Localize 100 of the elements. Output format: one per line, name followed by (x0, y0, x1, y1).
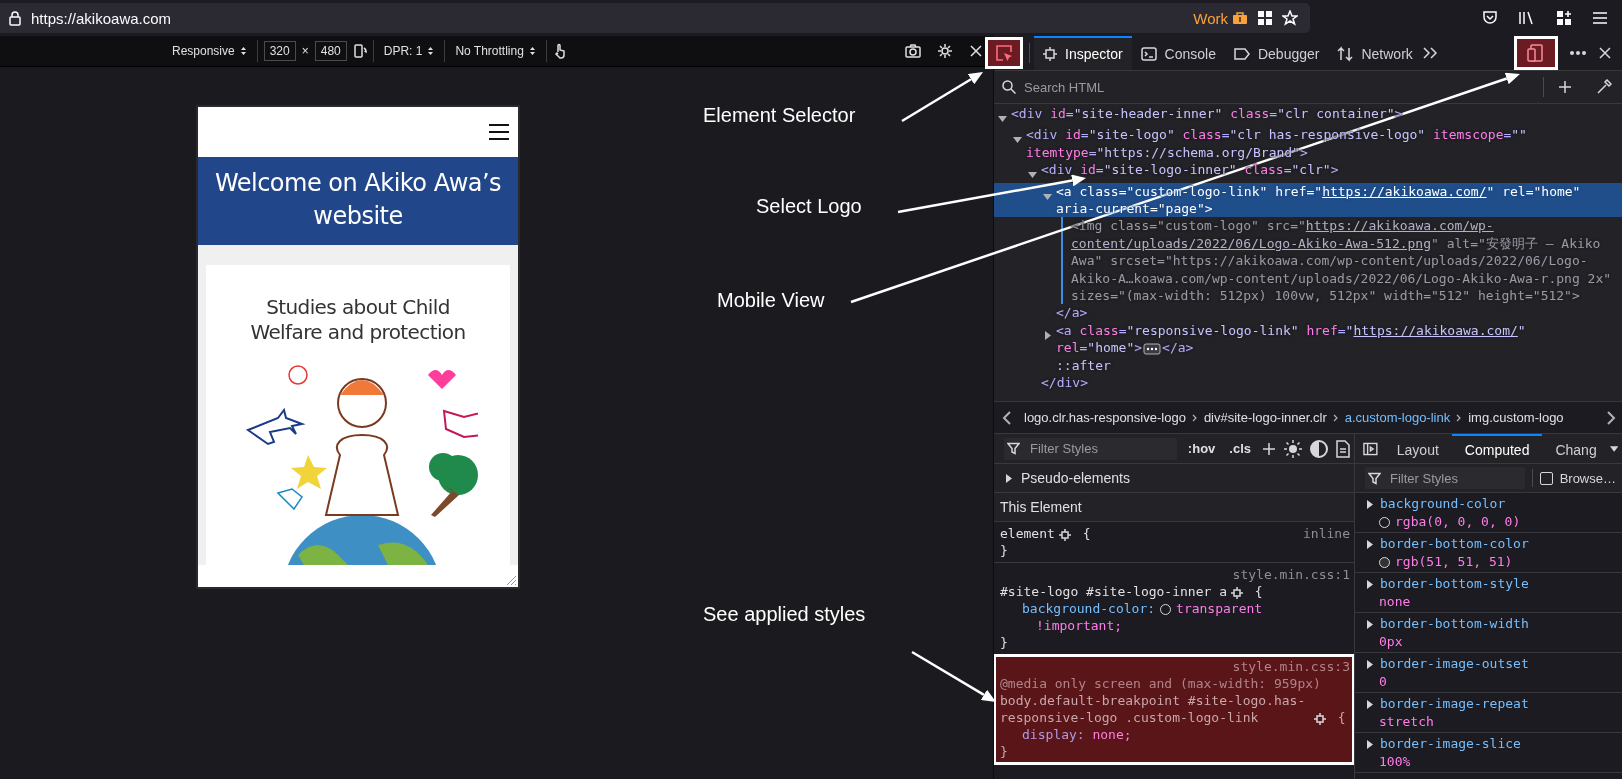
expand-arrow-icon[interactable] (1365, 700, 1374, 709)
menu-icon[interactable] (488, 123, 510, 141)
expand-arrow-icon[interactable] (1028, 170, 1037, 180)
pseudo-elements-toggle[interactable]: Pseudo-elements (994, 464, 1354, 493)
closing-tag[interactable]: </a> (994, 304, 1622, 322)
hover-states-toggle[interactable]: :hov (1184, 441, 1219, 456)
filter-icon (1368, 471, 1381, 485)
close-icon[interactable] (969, 44, 983, 58)
grid-icon[interactable] (1257, 10, 1273, 26)
property-name: border-bottom-style (1380, 576, 1529, 591)
filter-icon (1007, 442, 1020, 455)
dark-scheme-icon[interactable] (1310, 439, 1328, 458)
url-bar[interactable]: https://akikoawa.com Work (0, 3, 1310, 33)
width-field[interactable]: 320 (263, 41, 296, 61)
media-query: @media only screen and (max-width: 959px) (1000, 676, 1321, 691)
chevrons-icon[interactable] (1421, 46, 1438, 60)
hand-icon[interactable] (552, 43, 567, 59)
lock-icon (8, 10, 22, 26)
separator-icon (1191, 413, 1198, 422)
devtools-tab[interactable]: Debugger (1224, 36, 1329, 70)
more-icon[interactable] (1570, 51, 1586, 55)
source-link[interactable]: style.min.css:3 (1232, 659, 1350, 674)
breadcrumb[interactable]: a.custom-logo-link (1338, 410, 1457, 425)
add-rule-icon[interactable] (1262, 441, 1276, 456)
expand-arrow-icon[interactable] (1365, 620, 1374, 629)
source-link[interactable]: style.min.css:1 (1232, 567, 1350, 582)
markup-node[interactable]: <img class="custom-logo" src="https://akikoawa.com/wp-content/uploads/2022/06/Logo-Akiko-Awa-512.png" alt="安發明子 – Akiko Awa" srcset="https://akikoawa.com/wp-content/uploads/2022/06/Logo-Akiko-A…koawa.com/wp-content/uploads/2022/06/Logo-Akiko-Awa-r.png 2x" sizes="(max-width: 512px) 100vw, 512px" width="512" height="512"> (994, 217, 1622, 305)
breadcrumb[interactable]: div#site-logo-inner.clr (1197, 410, 1333, 425)
closing-tag[interactable]: </div> (994, 374, 1622, 392)
markup-node[interactable]: <div id="site-logo-inner" class="clr"> (994, 161, 1622, 183)
updown-caret-icon (427, 46, 435, 56)
classes-toggle[interactable]: .cls (1226, 441, 1254, 456)
devtools-tab[interactable]: Console (1131, 36, 1225, 70)
card-heading: Studies about Child Welfare and protection (249, 295, 467, 345)
property-value: transparent (1176, 601, 1263, 616)
throttling-select[interactable]: No Throttling (451, 39, 540, 63)
property-name: background-color (1380, 496, 1506, 511)
updown-caret-icon (528, 46, 536, 56)
node-picker-icon[interactable] (1231, 586, 1243, 599)
breadcrumb[interactable]: img.custom-logo (1462, 410, 1570, 425)
filter-input[interactable]: Filter Styles (1028, 440, 1177, 457)
height-field[interactable]: 480 (314, 41, 347, 61)
checkbox-label: Browse… (1559, 470, 1616, 486)
filter-input[interactable]: Filter Styles (1388, 469, 1525, 487)
container-label: Work (1193, 9, 1228, 27)
dimension-separator: × (301, 44, 309, 58)
markup-node[interactable]: <a class="responsive-logo-link" href="https://akikoawa.com/" rel="home"> </a> (994, 321, 1622, 357)
expand-arrow-icon[interactable] (1365, 540, 1374, 549)
markup-node[interactable]: ::after (994, 356, 1622, 375)
expand-arrow-icon[interactable] (1365, 660, 1374, 669)
extensions-icon[interactable] (1556, 10, 1572, 26)
property-name: border-image-outset (1380, 656, 1529, 671)
devtools-tab[interactable]: Network (1328, 36, 1422, 70)
star-icon[interactable] (1282, 10, 1298, 26)
eyedropper-icon[interactable] (1596, 79, 1612, 95)
shield-icon[interactable] (1482, 10, 1498, 26)
annotation-label: Select Logo (756, 195, 862, 218)
sidebar-tab[interactable]: Layout (1383, 434, 1452, 463)
library-icon[interactable] (1518, 10, 1536, 26)
source-link[interactable]: inline (1303, 525, 1350, 542)
devtools-tab[interactable]: Inspector (1034, 36, 1132, 70)
element-picker-button[interactable] (985, 37, 1023, 69)
search-field[interactable]: Search HTML (1022, 78, 1326, 96)
add-icon[interactable] (1558, 80, 1572, 94)
filter-field[interactable]: Filter Styles (1365, 467, 1525, 489)
node-picker-icon[interactable] (1058, 528, 1071, 541)
device-select[interactable]: Responsive (168, 39, 251, 63)
css-selector: body.default-breakpoint #site-logo.has-responsive-logo .custom-logo-link (1000, 692, 1307, 726)
expand-arrow-icon[interactable] (1013, 135, 1022, 145)
separator-icon (1456, 413, 1463, 422)
dpr-select[interactable]: DPR: 1 (379, 39, 439, 63)
responsive-mode-button[interactable] (1514, 36, 1558, 70)
devices-icon (1527, 44, 1545, 62)
expand-arrow-icon[interactable] (1365, 500, 1374, 509)
light-scheme-icon[interactable] (1284, 439, 1302, 458)
filter-field[interactable]: Filter Styles (1004, 437, 1177, 460)
property-value: 100% (1379, 753, 1411, 771)
expand-arrow-icon[interactable] (998, 114, 1007, 123)
collapsed-content-icon[interactable] (1143, 342, 1162, 355)
picker-icon (995, 44, 1013, 62)
resize-handle-icon[interactable] (505, 574, 517, 586)
expand-arrow-icon[interactable] (1004, 473, 1013, 483)
close-brace: } (1000, 744, 1008, 759)
checkbox[interactable] (1539, 471, 1553, 485)
site-banner: Welcome on Akiko Awa’s website (198, 157, 518, 245)
camera-icon[interactable] (905, 44, 921, 58)
breadcrumb[interactable]: logo.clr.has-responsive-logo (1018, 410, 1192, 425)
expand-arrow-icon[interactable] (1365, 580, 1374, 589)
print-document-icon[interactable] (1336, 439, 1350, 458)
sidebar-tab[interactable]: Chang (1542, 434, 1610, 463)
console-icon (1140, 47, 1157, 61)
expand-arrow-icon[interactable] (1365, 740, 1374, 749)
node-picker-icon[interactable] (1314, 712, 1326, 725)
dropdown-caret-icon[interactable] (1609, 445, 1618, 452)
expand-arrow-icon[interactable] (1043, 330, 1052, 340)
close-icon[interactable] (1598, 46, 1612, 60)
sidebar-toggle-icon[interactable] (1363, 441, 1378, 456)
property-name: border-image-repeat (1380, 696, 1529, 711)
settings-icon[interactable] (937, 43, 953, 59)
rotate-icon[interactable] (352, 43, 367, 59)
